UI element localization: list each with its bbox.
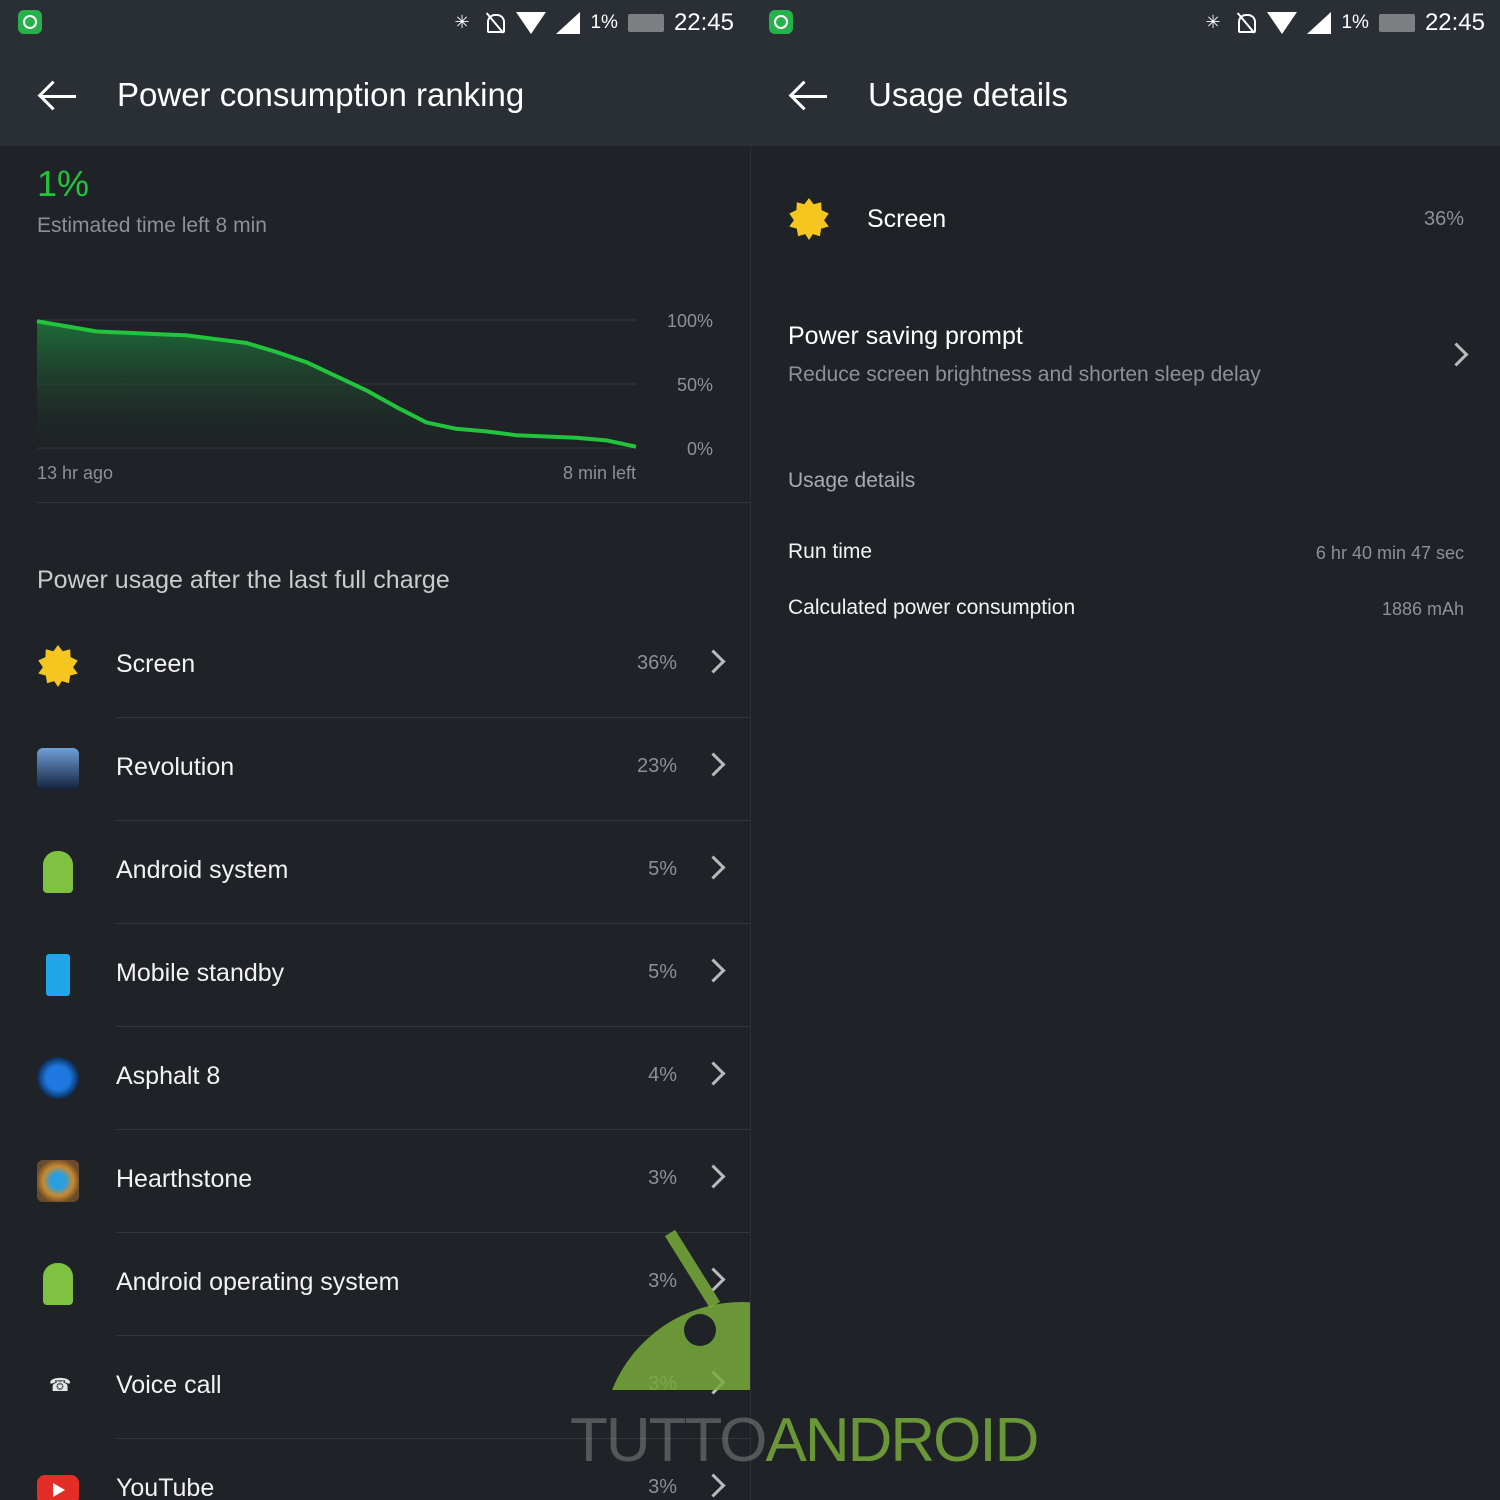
item-percent: 23%: [636, 755, 677, 777]
wifi-icon: [516, 12, 547, 34]
app-bar: Power consumption ranking: [0, 46, 750, 146]
item-label: Screen: [867, 205, 947, 233]
car-icon: [37, 1057, 79, 1099]
item-percent: 3%: [648, 1476, 677, 1498]
battery-history-chart: 100% 50% 0% 13 hr ago 8 min left: [36, 311, 713, 483]
item-label: Android system: [116, 856, 289, 884]
battery-percent: 1%: [590, 12, 618, 33]
android-icon: [43, 851, 73, 893]
battery-level: 1%: [37, 163, 90, 204]
game-icon: [37, 748, 79, 790]
item-percent: 3%: [648, 1167, 677, 1189]
signal-icon: [556, 12, 581, 34]
chevron-right-icon: [701, 1164, 726, 1189]
item-label: YouTube: [116, 1474, 215, 1500]
sun-icon: [789, 198, 829, 240]
clock: 22:45: [673, 9, 734, 36]
chevron-right-icon: [1444, 342, 1469, 367]
estimated-time-left: Estimated time left 8 min: [37, 214, 267, 237]
hearthstone-icon: [37, 1160, 79, 1202]
whatsapp-icon: [18, 10, 42, 34]
prompt-title: Power saving prompt: [788, 322, 1023, 350]
usage-details-screen: 1% 22:45 Usage details Screen 36% Power …: [750, 0, 1500, 1500]
item-label: Revolution: [116, 753, 235, 781]
item-label: Android operating system: [116, 1268, 400, 1296]
app-bar: Usage details: [751, 46, 1500, 146]
power-saving-prompt[interactable]: Power saving prompt Reduce screen bright…: [751, 300, 1500, 410]
battery-area: [37, 321, 636, 448]
chevron-right-icon: [701, 649, 726, 674]
list-item[interactable]: Revolution 23%: [0, 718, 750, 821]
chevron-right-icon: [701, 1061, 726, 1086]
watermark-part1: TUTTO: [570, 1406, 767, 1475]
battery-icon: [1378, 14, 1415, 32]
list-item[interactable]: Android system 5%: [0, 821, 750, 924]
run-time-value: 6 hr 40 min 47 sec: [1315, 543, 1464, 563]
consumption-label: Calculated power consumption: [788, 596, 1076, 619]
battery-icon: [627, 14, 664, 32]
item-percent: 5%: [648, 961, 677, 983]
chevron-right-icon: [701, 752, 726, 777]
y-tick-label: 50%: [677, 375, 713, 395]
power-ranking-screen: 1% 22:45 Power consumption ranking 1% Es…: [0, 0, 750, 1500]
status-bar: 1% 22:45: [0, 0, 750, 46]
youtube-icon: [37, 1475, 79, 1500]
battery-percent: 1%: [1341, 12, 1369, 33]
item-percent: 36%: [636, 652, 677, 674]
sun-icon: [38, 645, 78, 687]
watermark-text: TUTTOANDROID: [570, 1405, 1040, 1476]
y-tick-label: 0%: [687, 439, 713, 459]
mute-icon: [1235, 12, 1257, 34]
divider: [37, 502, 750, 503]
page-title: Usage details: [868, 76, 1068, 113]
y-tick-label: 100%: [667, 311, 713, 331]
x-end-label: 8 min left: [563, 463, 636, 483]
clock: 22:45: [1424, 9, 1485, 36]
item-percent: 5%: [648, 858, 677, 880]
back-arrow-icon[interactable]: [789, 76, 829, 116]
list-item[interactable]: Screen 36%: [0, 615, 750, 718]
list-item[interactable]: Asphalt 8 4%: [0, 1027, 750, 1130]
android-icon: [43, 1263, 73, 1305]
watermark-part2: ANDROID: [765, 1406, 1040, 1475]
mute-icon: [484, 12, 506, 34]
phone-call-icon: [37, 1366, 79, 1408]
item-label: Hearthstone: [116, 1165, 253, 1193]
run-time-label: Run time: [788, 540, 873, 563]
list-item[interactable]: Hearthstone 3%: [0, 1130, 750, 1233]
status-icons: 1% 22:45: [1203, 6, 1485, 40]
item-label: Screen: [116, 650, 196, 678]
chevron-right-icon: [701, 1267, 726, 1292]
item-percent: 3%: [648, 1270, 677, 1292]
back-arrow-icon[interactable]: [38, 76, 78, 116]
bluetooth-icon: [1203, 12, 1225, 34]
item-percent: 4%: [648, 1064, 677, 1086]
item-label: Voice call: [116, 1371, 222, 1399]
phone-icon: [46, 954, 70, 996]
chevron-right-icon: [701, 855, 726, 880]
section-heading: Power usage after the last full charge: [37, 566, 450, 594]
signal-icon: [1307, 12, 1332, 34]
x-start-label: 13 hr ago: [37, 463, 113, 483]
list-item[interactable]: Android operating system 3%: [0, 1233, 750, 1336]
item-label: Asphalt 8: [116, 1062, 221, 1090]
item-percent: 3%: [648, 1373, 677, 1395]
chevron-right-icon: [701, 1473, 726, 1498]
wifi-icon: [1267, 12, 1298, 34]
page-title: Power consumption ranking: [117, 76, 525, 113]
chevron-right-icon: [701, 1370, 726, 1395]
status-icons: 1% 22:45: [452, 6, 734, 40]
bluetooth-icon: [452, 12, 474, 34]
chevron-right-icon: [701, 958, 726, 983]
prompt-subtitle: Reduce screen brightness and shorten sle…: [788, 363, 1261, 386]
list-item[interactable]: Mobile standby 5%: [0, 924, 750, 1027]
item-percent: 36%: [1423, 208, 1464, 230]
whatsapp-icon: [769, 10, 793, 34]
usage-details-heading: Usage details: [788, 469, 916, 492]
status-bar: 1% 22:45: [751, 0, 1500, 46]
item-label: Mobile standby: [116, 959, 285, 987]
consumption-value: 1886 mAh: [1381, 599, 1464, 619]
